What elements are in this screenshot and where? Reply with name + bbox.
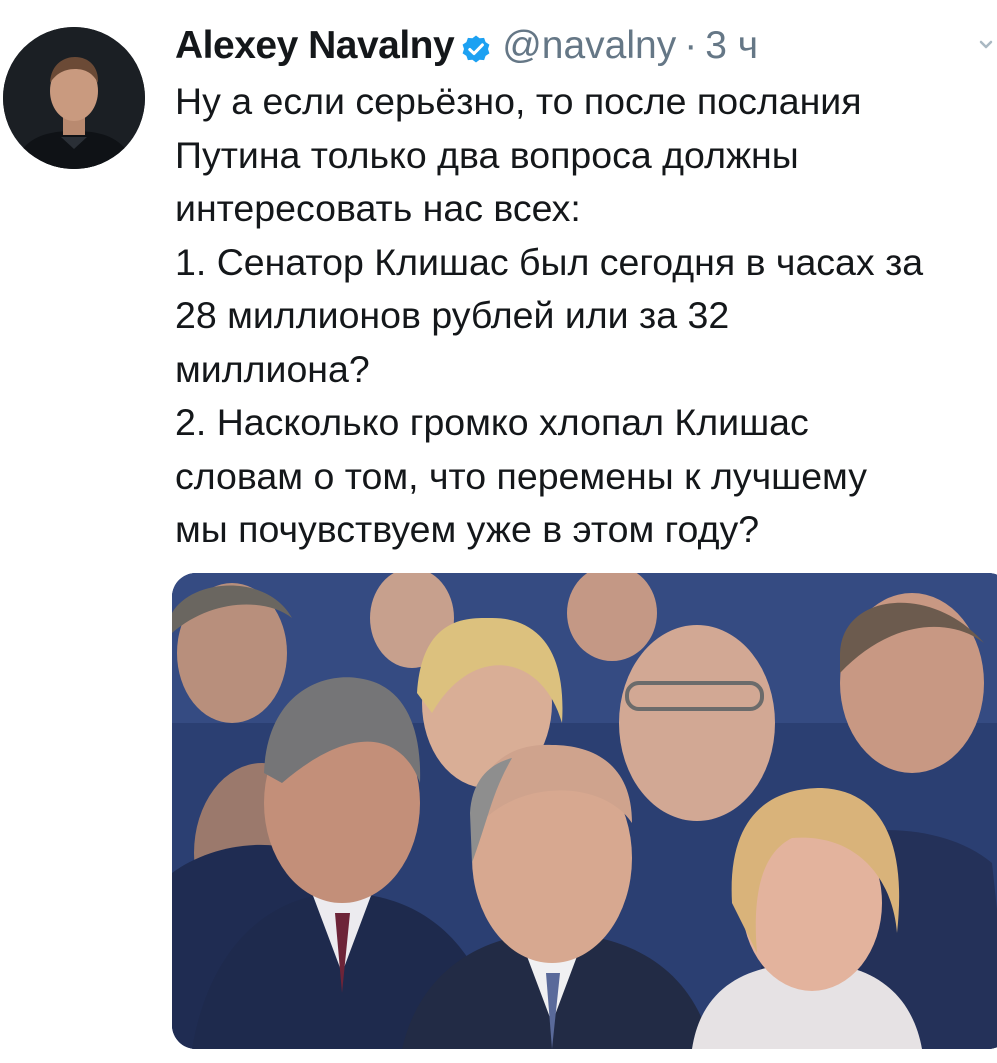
- tweet-text-line: мы почувствуем уже в этом году?: [175, 508, 760, 550]
- chevron-down-icon[interactable]: [977, 30, 995, 60]
- tweet-text-line: Путина только два вопроса должны: [175, 133, 799, 176]
- separator-dot: ·: [684, 24, 698, 67]
- tweet-text-line: 2. Насколько громко хлопал Клишас: [175, 401, 809, 443]
- tweet-text-line: интересовать нас всех:: [175, 187, 581, 229]
- user-handle[interactable]: @navalny: [502, 22, 676, 70]
- avatar-photo: [3, 27, 145, 169]
- tweet-header: Alexey Navalny @navalny · 3 ч: [175, 22, 758, 70]
- tweet-text-line: миллиона?: [175, 347, 370, 390]
- tweet-text-line: словам о том, что перемены к лучшему: [175, 454, 868, 497]
- timestamp[interactable]: 3 ч: [705, 22, 758, 70]
- tweet-text-line: Ну а если серьёзно, то после послания: [175, 80, 862, 122]
- verified-badge-icon: [460, 30, 492, 63]
- tweet-photo[interactable]: [172, 573, 997, 1049]
- tweet-text-line: 28 миллионов рублей или за 32: [175, 294, 730, 336]
- photo-illustration: [172, 573, 997, 1049]
- tweet-text-line: 1. Сенатор Клишас был сегодня в часах за: [175, 240, 924, 283]
- tweet-text: Ну а если серьёзно, то после послания Пу…: [175, 75, 997, 557]
- display-name[interactable]: Alexey Navalny: [175, 22, 455, 70]
- avatar[interactable]: [3, 27, 145, 169]
